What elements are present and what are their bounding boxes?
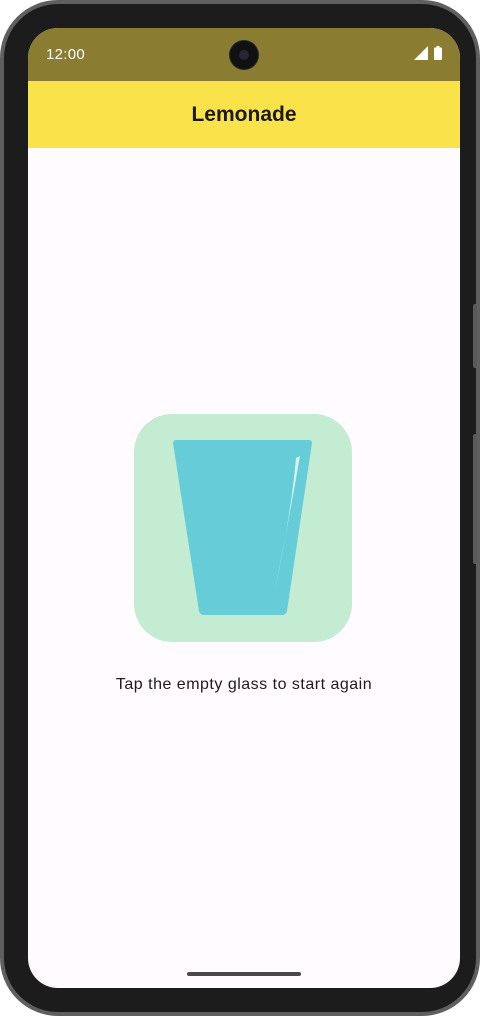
app-bar: Lemonade <box>28 81 460 148</box>
status-bar: 12:00 <box>28 28 460 81</box>
instruction-text: Tap the empty glass to start again <box>115 676 373 693</box>
empty-glass-button[interactable] <box>134 414 352 642</box>
status-time: 12:00 <box>46 46 86 63</box>
volume-button <box>473 434 477 564</box>
empty-glass-icon <box>173 440 312 615</box>
screen: 12:00 Lemonade Tap the empty glass to st… <box>28 28 460 988</box>
signal-icon <box>414 46 428 60</box>
front-camera <box>230 41 258 69</box>
app-title: Lemonade <box>191 102 297 126</box>
gesture-nav-handle[interactable] <box>187 972 301 976</box>
phone-frame: 12:00 Lemonade Tap the empty glass to st… <box>0 0 480 1016</box>
power-button <box>473 304 477 368</box>
main-content: Tap the empty glass to start again <box>28 148 460 988</box>
battery-icon <box>434 46 442 60</box>
status-icons <box>414 46 442 60</box>
